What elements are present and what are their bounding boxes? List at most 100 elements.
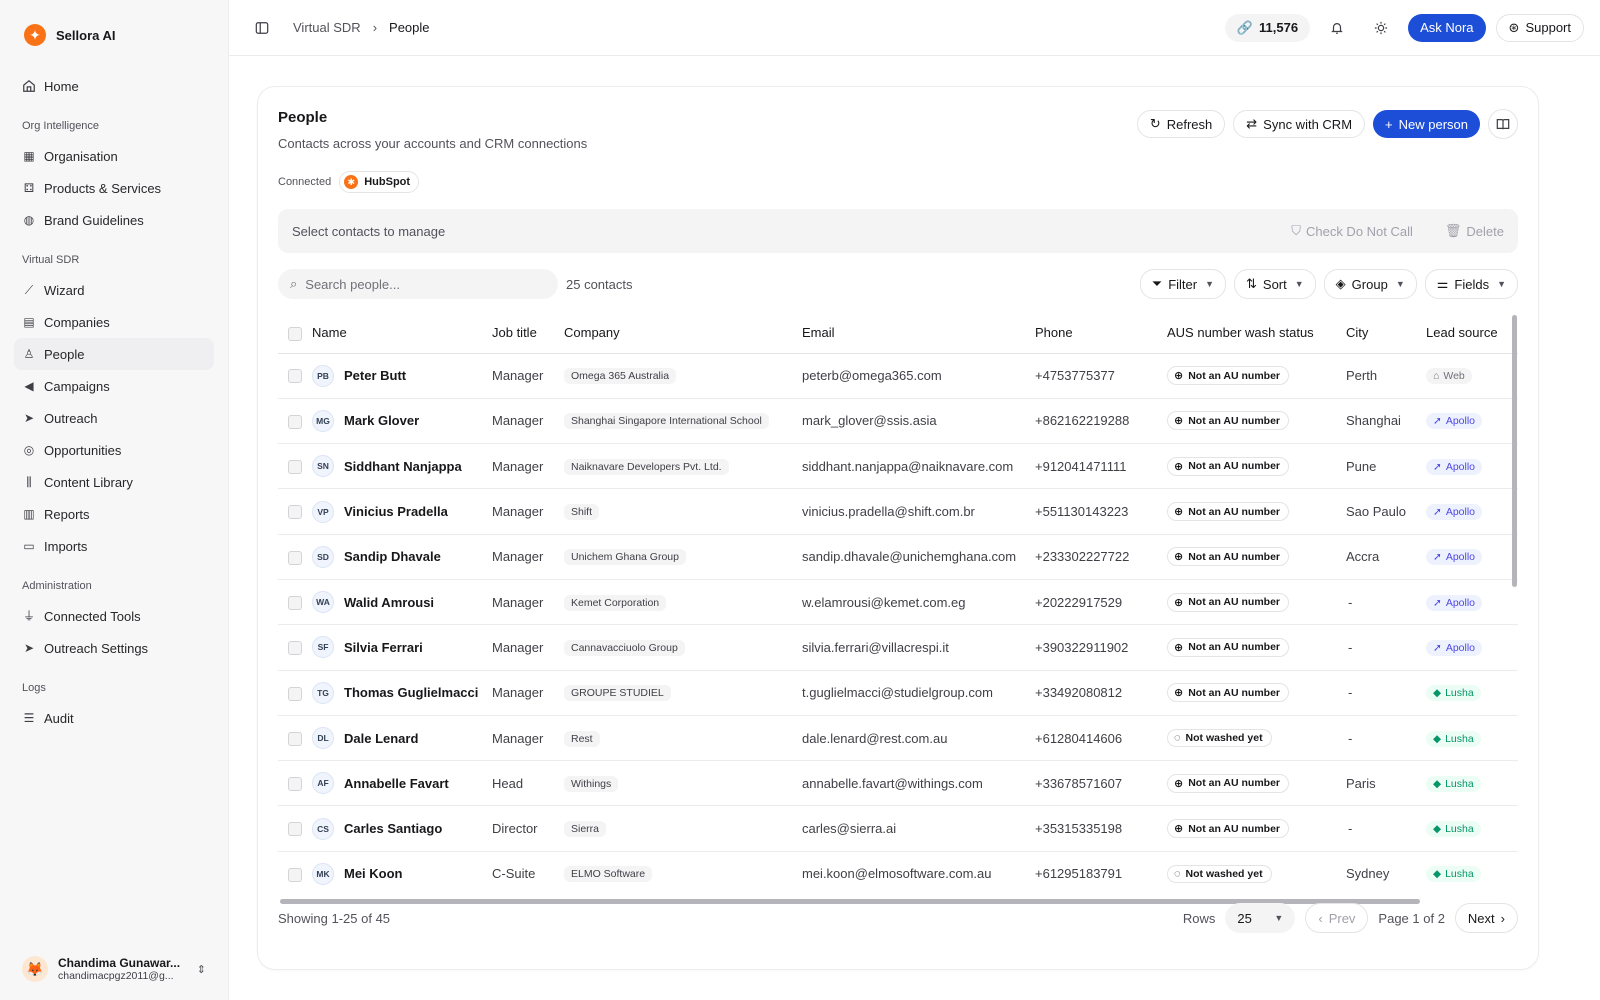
prev-button[interactable]: ‹ Prev xyxy=(1305,903,1369,933)
row-checkbox[interactable] xyxy=(288,822,302,837)
name-cell[interactable]: VP Vinicius Pradella xyxy=(312,488,492,535)
bell-icon[interactable] xyxy=(1320,13,1354,43)
person-name[interactable]: Thomas Guglielmacci xyxy=(344,685,478,700)
person-name[interactable]: Carles Santiago xyxy=(344,821,442,836)
column-header-phone[interactable]: Phone xyxy=(1035,313,1167,354)
sidebar-item-organisation[interactable]: ▦ Organisation xyxy=(14,140,214,172)
name-cell[interactable]: MG Mark Glover xyxy=(312,398,492,445)
delete-button[interactable]: 🗑 Delete xyxy=(1445,223,1504,239)
sidebar-item-brand-guidelines[interactable]: ◍ Brand Guidelines xyxy=(14,204,214,236)
sidebar-item-imports[interactable]: ▭ Imports xyxy=(14,530,214,562)
row-checkbox[interactable] xyxy=(288,369,302,384)
column-header-email[interactable]: Email xyxy=(802,313,1035,354)
new-person-button[interactable]: + New person xyxy=(1373,110,1480,138)
person[interactable]: SD Sandip Dhavale xyxy=(312,545,492,568)
ask-nora-button[interactable]: Ask Nora xyxy=(1408,13,1486,42)
row-checkbox[interactable] xyxy=(288,414,302,429)
column-header-name[interactable]: Name xyxy=(312,313,492,354)
company-badge[interactable]: ELMO Software xyxy=(564,866,653,883)
row-checkbox[interactable] xyxy=(288,777,302,792)
person[interactable]: TG Thomas Guglielmacci xyxy=(312,681,492,704)
person-name[interactable]: Dale Lenard xyxy=(344,731,418,746)
column-header-company[interactable]: Company xyxy=(564,313,802,354)
next-button[interactable]: Next › xyxy=(1454,903,1518,933)
table-row[interactable]: PB Peter Butt Manager Omega 365 Australia pe… xyxy=(278,353,1518,399)
person-name[interactable]: Peter Butt xyxy=(344,368,406,383)
column-header-city[interactable]: City xyxy=(1346,313,1426,354)
name-cell[interactable]: TG Thomas Guglielmacci xyxy=(312,670,492,716)
person-name[interactable]: Annabelle Favart xyxy=(344,776,449,791)
sync-crm-button[interactable]: ⇄ Sync with CRM xyxy=(1233,110,1366,138)
person[interactable]: DL Dale Lenard xyxy=(312,727,492,750)
row-checkbox[interactable] xyxy=(288,731,302,746)
name-cell[interactable]: SN Siddhant Nanjappa xyxy=(312,443,492,490)
sidebar-item-opportunities[interactable]: ◎ Opportunities xyxy=(14,434,214,466)
row-select-cell[interactable] xyxy=(278,534,312,580)
sidebar-item-connected-tools[interactable]: ⏚ Connected Tools xyxy=(14,600,214,632)
person-name[interactable]: Vinicius Pradella xyxy=(344,504,448,519)
company-badge[interactable]: Sierra xyxy=(564,821,607,838)
row-checkbox[interactable] xyxy=(288,505,302,520)
user-menu[interactable]: 🦊 Chandima Gunawar... chandimacpgz2011@g… xyxy=(14,950,214,988)
select-all-checkbox[interactable] xyxy=(288,326,302,341)
credits-badge[interactable]: 🔗 11,576 xyxy=(1224,13,1311,42)
search-input[interactable]: ⌕ Search people... xyxy=(278,269,558,299)
group-button[interactable]: ◈ Group ▼ xyxy=(1323,269,1417,299)
row-select-cell[interactable] xyxy=(278,805,312,852)
row-checkbox[interactable] xyxy=(288,686,302,701)
sidebar-item-wizard[interactable]: ⟋ Wizard xyxy=(14,274,214,306)
sidebar-item-audit[interactable]: ☰ Audit xyxy=(14,702,214,734)
vertical-scrollbar[interactable] xyxy=(1512,315,1517,587)
table-row[interactable]: SN Siddhant Nanjappa Manager Naiknavare Dev… xyxy=(278,443,1518,490)
row-select-cell[interactable] xyxy=(278,715,312,762)
refresh-button[interactable]: ↻ Refresh xyxy=(1136,110,1226,138)
person-name[interactable]: Silvia Ferrari xyxy=(344,640,423,655)
company-badge[interactable]: Naiknavare Developers Pvt. Ltd. xyxy=(564,458,729,475)
row-checkbox[interactable] xyxy=(288,595,302,610)
sidebar-item-content-library[interactable]: ⫼ Content Library xyxy=(14,466,214,498)
company-badge[interactable]: Unichem Ghana Group xyxy=(564,549,686,566)
name-cell[interactable]: DL Dale Lenard xyxy=(312,715,492,762)
table-row[interactable]: AF Annabelle Favart Head Withings annabelle.… xyxy=(278,760,1518,807)
column-header-aus-number-wash-status[interactable]: AUS number wash status xyxy=(1167,313,1346,354)
name-cell[interactable]: SD Sandip Dhavale xyxy=(312,534,492,580)
table-row[interactable]: CS Carles Santiago Director Sierra carles@si… xyxy=(278,805,1518,852)
sidebar-item-home[interactable]: Home xyxy=(14,70,214,102)
sidebar-toggle-icon[interactable] xyxy=(245,13,279,43)
row-select-cell[interactable] xyxy=(278,670,312,716)
sidebar-item-campaigns[interactable]: ◀ Campaigns xyxy=(14,370,214,402)
person-name[interactable]: Walid Amrousi xyxy=(344,595,434,610)
table-row[interactable]: SD Sandip Dhavale Manager Unichem Ghana Gro… xyxy=(278,534,1518,580)
person[interactable]: AF Annabelle Favart xyxy=(312,772,492,795)
company-badge[interactable]: Shanghai Singapore International School xyxy=(564,413,769,430)
row-checkbox[interactable] xyxy=(288,550,302,565)
sort-button[interactable]: ⇅ Sort ▼ xyxy=(1234,269,1316,299)
company-badge[interactable]: Shift xyxy=(564,504,600,521)
filter-button[interactable]: ⏷ Filter ▼ xyxy=(1139,269,1226,299)
name-cell[interactable]: AF Annabelle Favart xyxy=(312,760,492,807)
company-badge[interactable]: GROUPE STUDIEL xyxy=(564,685,671,702)
brand[interactable]: ✦ Sellora AI xyxy=(14,0,214,70)
table-row[interactable]: SF Silvia Ferrari Manager Cannavacciuolo Gr… xyxy=(278,624,1518,671)
column-header-lead-source[interactable]: Lead source xyxy=(1426,313,1518,354)
row-checkbox[interactable] xyxy=(288,867,302,882)
rows-per-page-select[interactable]: 25 ▼ xyxy=(1225,903,1296,933)
row-select-cell[interactable] xyxy=(278,851,312,885)
breadcrumb-parent[interactable]: Virtual SDR xyxy=(293,20,361,35)
person[interactable]: VP Vinicius Pradella xyxy=(312,500,492,523)
person[interactable]: SF Silvia Ferrari xyxy=(312,636,492,659)
row-select-cell[interactable] xyxy=(278,398,312,445)
sun-icon[interactable] xyxy=(1364,13,1398,43)
person-name[interactable]: Sandip Dhavale xyxy=(344,549,441,564)
row-select-cell[interactable] xyxy=(278,353,312,399)
person[interactable]: MK Mei Koon xyxy=(312,862,492,885)
sidebar-item-products-services[interactable]: ⚃ Products & Services xyxy=(14,172,214,204)
select-all-cell[interactable] xyxy=(278,313,312,354)
row-select-cell[interactable] xyxy=(278,624,312,671)
name-cell[interactable]: WA Walid Amrousi xyxy=(312,579,492,626)
table-row[interactable]: WA Walid Amrousi Manager Kemet Corporation w… xyxy=(278,579,1518,626)
name-cell[interactable]: CS Carles Santiago xyxy=(312,805,492,852)
company-badge[interactable]: Rest xyxy=(564,730,600,747)
support-button[interactable]: ⊛ Support xyxy=(1495,13,1584,42)
table-row[interactable]: VP Vinicius Pradella Manager Shift vinicius.… xyxy=(278,488,1518,535)
